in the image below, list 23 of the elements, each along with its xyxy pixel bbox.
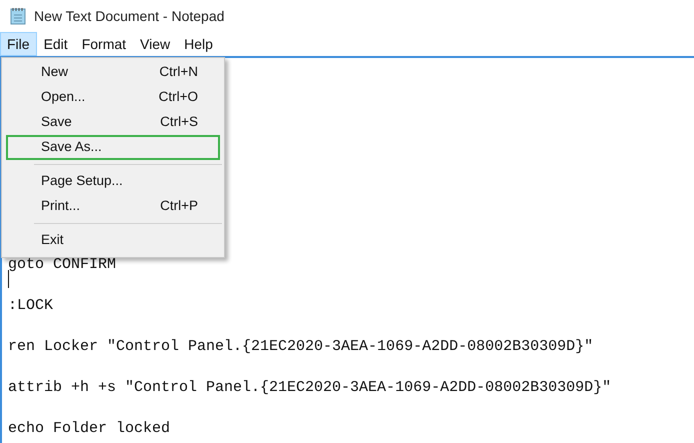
- code-line: attrib +h +s "Control Panel.{21EC2020-3AEA-1069-A2DD-08002B30309D}": [8, 379, 612, 396]
- code-line: echo Folder locked: [8, 420, 170, 437]
- menu-bar-item[interactable]: Format: [74, 32, 134, 56]
- menu-bar-item[interactable]: View: [133, 32, 178, 56]
- code-line: goto CONFIRM: [8, 256, 116, 273]
- menu-bar-item[interactable]: File: [0, 32, 37, 56]
- menu-bar-item[interactable]: Help: [177, 32, 220, 56]
- menu-item[interactable]: Save Ctrl+S: [6, 110, 220, 135]
- menu-item[interactable]: Save As...: [6, 135, 220, 160]
- menu-item[interactable]: Print... Ctrl+P: [6, 194, 220, 219]
- menu-item[interactable]: Exit: [6, 228, 220, 253]
- shortcut-label: Ctrl+S: [160, 113, 198, 132]
- shortcut-label: Ctrl+N: [159, 63, 198, 82]
- menu-item[interactable]: Open... Ctrl+O: [6, 85, 220, 110]
- code-line: ren Locker "Control Panel.{21EC2020-3AEA-1069-A2DD-08002B30309D}": [8, 338, 594, 355]
- code-line: :LOCK: [8, 297, 54, 314]
- window-title: New Text Document - Notepad: [34, 6, 224, 26]
- menu-item[interactable]: Page Setup...: [6, 169, 220, 194]
- menu-item[interactable]: New Ctrl+N: [6, 60, 220, 85]
- notepad-icon: [10, 7, 26, 25]
- menu-bar-item[interactable]: Edit: [36, 32, 75, 56]
- shortcut-label: Ctrl+O: [158, 88, 198, 106]
- shortcut-label: Ctrl+P: [160, 197, 198, 216]
